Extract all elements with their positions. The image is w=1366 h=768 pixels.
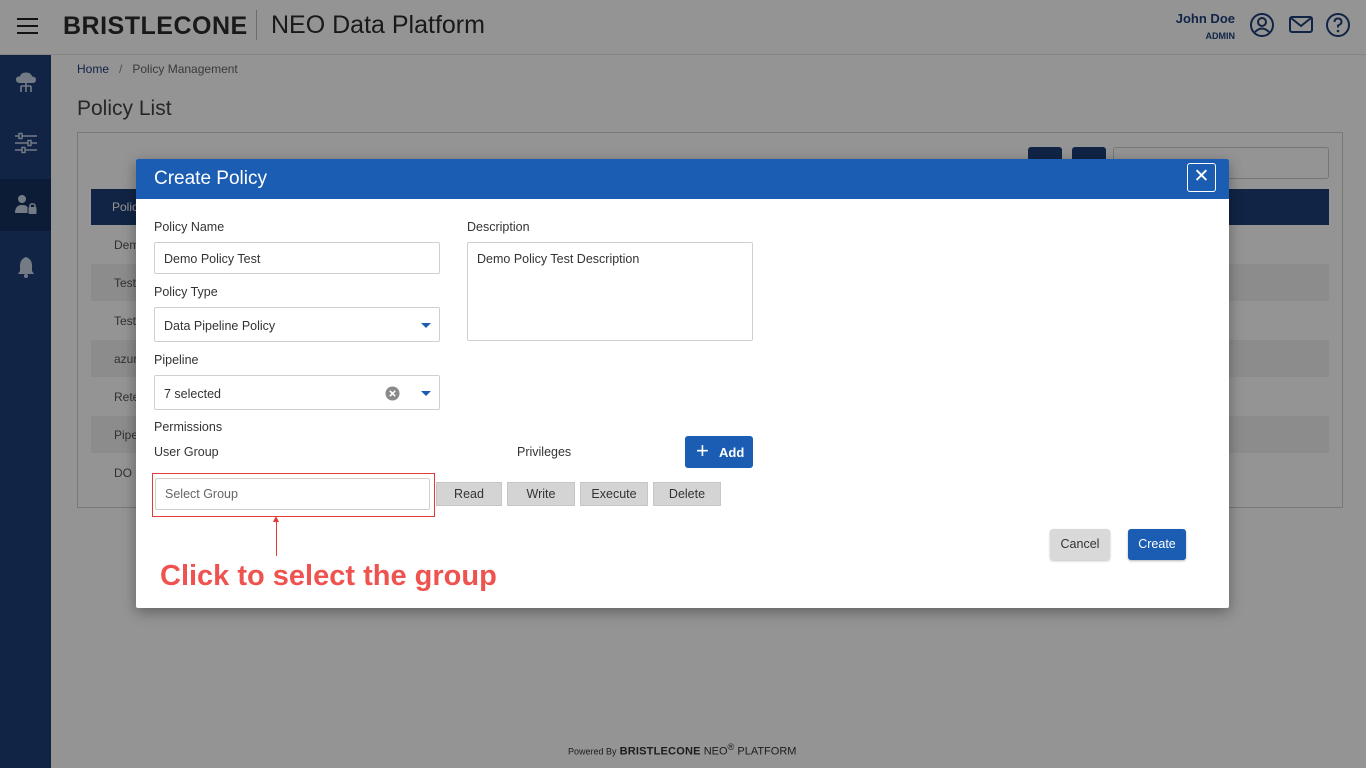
description-value: Demo Policy Test Description — [477, 252, 640, 266]
cancel-button[interactable]: Cancel — [1050, 529, 1110, 560]
policy-type-select[interactable]: Data Pipeline Policy — [154, 307, 440, 342]
plus-icon: + — [696, 438, 709, 463]
clear-selection-icon[interactable] — [385, 386, 400, 401]
policy-name-value: Demo Policy Test — [164, 252, 261, 266]
close-dialog-button[interactable]: ✕ — [1187, 163, 1216, 192]
create-policy-dialog: Create Policy ✕ Policy Name Demo Policy … — [136, 159, 1229, 608]
create-button[interactable]: Create — [1128, 529, 1186, 560]
chevron-down-icon — [421, 391, 431, 396]
privilege-execute-button[interactable]: Execute — [580, 482, 648, 506]
policy-type-value: Data Pipeline Policy — [164, 319, 276, 333]
policy-type-label: Policy Type — [154, 285, 218, 299]
permissions-label: Permissions — [154, 420, 223, 434]
description-label: Description — [467, 220, 530, 234]
add-button-label: Add — [719, 445, 745, 460]
dialog-header: Create Policy ✕ — [136, 159, 1229, 199]
chevron-down-icon — [421, 323, 431, 328]
add-permission-button[interactable]: + Add — [685, 436, 753, 468]
pipeline-label: Pipeline — [154, 353, 199, 367]
policy-name-label: Policy Name — [154, 220, 225, 234]
dialog-title: Create Policy — [154, 168, 267, 189]
annotation-arrow-line — [276, 519, 277, 556]
policy-name-input[interactable]: Demo Policy Test — [154, 242, 440, 274]
pipeline-multiselect[interactable]: 7 selected — [154, 375, 440, 410]
privilege-delete-button[interactable]: Delete — [653, 482, 721, 506]
privilege-read-button[interactable]: Read — [436, 482, 502, 506]
privilege-write-button[interactable]: Write — [507, 482, 575, 506]
user-group-label: User Group — [154, 445, 219, 459]
description-textarea[interactable]: Demo Policy Test Description — [467, 242, 753, 341]
annotation-highlight-box — [152, 473, 435, 517]
pipeline-value: 7 selected — [164, 387, 221, 401]
annotation-callout-text: Click to select the group — [160, 560, 497, 592]
privileges-label: Privileges — [517, 445, 572, 459]
